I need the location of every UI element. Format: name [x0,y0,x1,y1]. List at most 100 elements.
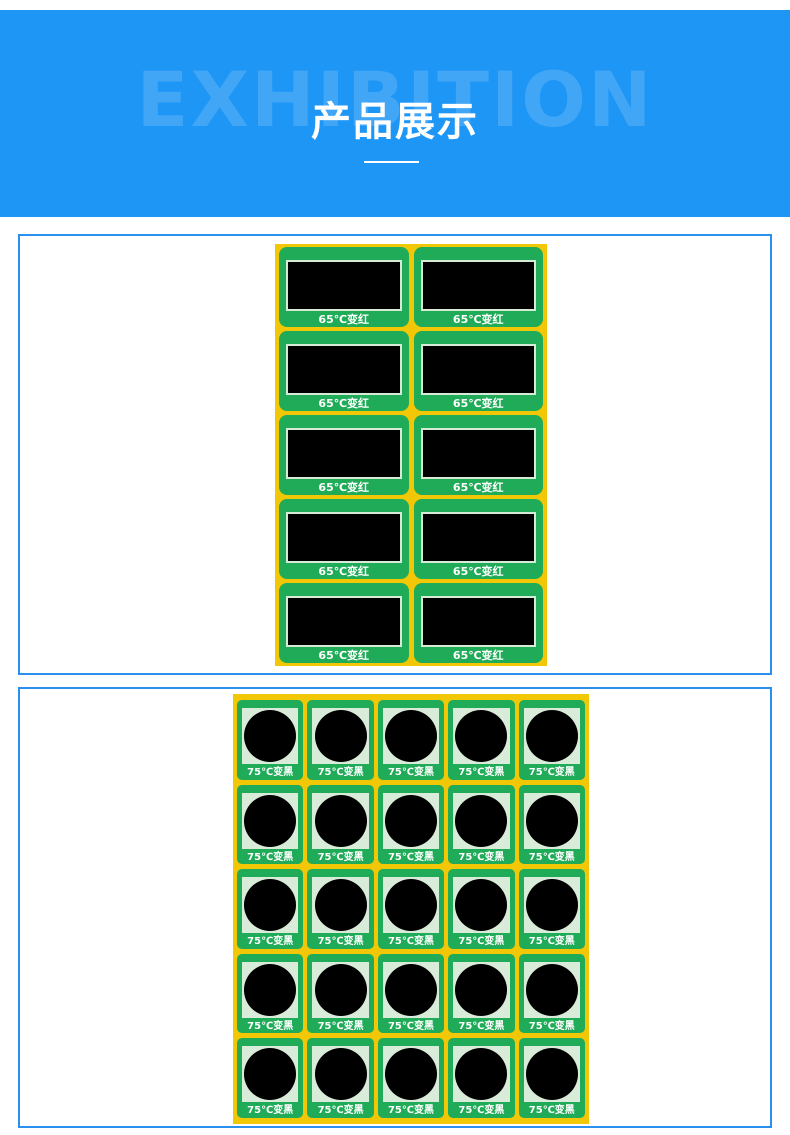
label-caption: 65℃变红 [452,313,504,326]
label-caption: 75℃变黑 [458,1105,505,1117]
indicator-background [523,792,580,849]
label-sheet-75c: 75℃变黑 75℃变黑 75℃变黑 75℃变黑 75℃变黑 75℃变黑 75℃变黑 75℃变黑… [233,694,589,1124]
label-caption: 65℃变红 [318,313,370,326]
header-banner: EXHIBITION 产品展示 [0,10,790,217]
temperature-label-75c: 75℃变黑 [448,784,515,865]
temperature-label-75c: 75℃变黑 [307,953,374,1034]
temperature-label-75c: 75℃变黑 [237,869,304,949]
label-caption: 65℃变红 [318,481,370,494]
indicator-window [420,512,536,563]
label-caption: 75℃变黑 [247,936,294,948]
temperature-label-75c: 75℃变黑 [307,784,374,865]
indicator-dot [314,879,367,932]
label-caption: 75℃变黑 [317,936,364,948]
indicator-window [420,428,536,479]
indicator-background [382,1046,440,1103]
indicator-window [286,260,402,311]
indicator-background [312,877,369,934]
indicator-background [312,792,369,849]
label-sheet-65c: 65℃变红 65℃变红 65℃变红 65℃变红 65℃变红 65℃变红 65℃变红 65℃变红… [275,244,547,666]
label-caption: 75℃变黑 [387,936,434,948]
indicator-background [523,961,580,1018]
indicator-dot [525,963,578,1016]
temperature-label-75c: 75℃变黑 [377,953,445,1034]
indicator-dot [525,1048,578,1101]
indicator-dot [314,963,367,1016]
indicator-dot [384,879,437,932]
temperature-label-65c: 65℃变红 [279,415,409,495]
label-caption: 75℃变黑 [458,1020,505,1032]
temperature-label-75c: 75℃变黑 [307,869,374,949]
indicator-background [382,708,440,764]
temperature-label-75c: 75℃变黑 [237,1038,304,1118]
indicator-background [523,708,580,764]
temperature-label-65c: 65℃变红 [413,247,543,327]
label-caption: 75℃变黑 [458,767,505,778]
label-caption: 65℃变红 [452,565,504,578]
label-caption: 75℃变黑 [458,936,505,948]
temperature-label-75c: 75℃变黑 [377,784,445,865]
temperature-label-75c: 75℃变黑 [307,700,374,780]
indicator-background [523,1046,580,1103]
label-caption: 75℃变黑 [528,851,575,863]
indicator-dot [455,963,508,1016]
label-caption: 75℃变黑 [387,851,434,863]
indicator-window [286,344,402,395]
temperature-label-75c: 75℃变黑 [237,700,304,780]
indicator-dot [525,879,578,932]
temperature-label-75c: 75℃变黑 [518,700,585,780]
label-caption: 65℃变红 [452,481,504,494]
indicator-dot [314,1048,367,1101]
label-caption: 75℃变黑 [528,936,575,948]
label-grid-75c: 75℃变黑 75℃变黑 75℃变黑 75℃变黑 75℃变黑 75℃变黑 75℃变黑 75℃变黑… [237,700,585,1118]
indicator-background [523,877,580,934]
indicator-background [242,1046,299,1103]
indicator-dot [384,794,437,847]
indicator-background [453,961,510,1018]
indicator-background [242,961,299,1018]
temperature-label-75c: 75℃变黑 [237,784,304,865]
indicator-background [382,961,440,1018]
indicator-window [286,428,402,479]
label-caption: 75℃变黑 [247,1020,294,1032]
label-caption: 65℃变红 [452,397,504,410]
label-caption: 75℃变黑 [247,1105,294,1117]
label-caption: 75℃变黑 [458,851,505,863]
label-caption: 75℃变黑 [247,767,294,778]
page-title: 产品展示 [311,99,479,145]
label-caption: 75℃变黑 [387,1105,434,1117]
indicator-window [286,596,402,647]
temperature-label-75c: 75℃变黑 [377,869,445,949]
indicator-window [286,512,402,563]
temperature-label-75c: 75℃变黑 [448,1038,515,1118]
label-grid-65c: 65℃变红 65℃变红 65℃变红 65℃变红 65℃变红 65℃变红 65℃变红 65℃变红… [279,247,543,663]
temperature-label-75c: 75℃变黑 [377,700,445,780]
temperature-label-65c: 65℃变红 [279,583,409,663]
indicator-dot [455,879,508,932]
label-caption: 75℃变黑 [317,767,364,778]
label-caption: 75℃变黑 [528,1105,575,1117]
label-caption: 65℃变红 [318,649,370,662]
indicator-dot [244,1048,297,1101]
temperature-label-75c: 75℃变黑 [448,869,515,949]
label-caption: 65℃变红 [452,649,504,662]
label-caption: 75℃变黑 [317,1020,364,1032]
indicator-background [453,708,510,764]
temperature-label-75c: 75℃变黑 [377,1038,445,1118]
indicator-background [453,1046,510,1103]
product-frame-65c: 65℃变红 65℃变红 65℃变红 65℃变红 65℃变红 65℃变红 65℃变红 65℃变红… [18,234,772,675]
product-frame-75c: 75℃变黑 75℃变黑 75℃变黑 75℃变黑 75℃变黑 75℃变黑 75℃变黑 75℃变黑… [18,687,772,1128]
label-caption: 65℃变红 [318,397,370,410]
temperature-label-75c: 75℃变黑 [518,953,585,1034]
temperature-label-65c: 65℃变红 [413,499,543,579]
label-caption: 75℃变黑 [317,1105,364,1117]
temperature-label-75c: 75℃变黑 [518,1038,585,1118]
indicator-dot [384,1048,437,1101]
label-caption: 75℃变黑 [387,767,434,778]
indicator-window [420,260,536,311]
indicator-window [420,596,536,647]
temperature-label-65c: 65℃变红 [413,331,543,411]
indicator-background [453,877,510,934]
temperature-label-65c: 65℃变红 [279,331,409,411]
label-caption: 75℃变黑 [528,767,575,778]
